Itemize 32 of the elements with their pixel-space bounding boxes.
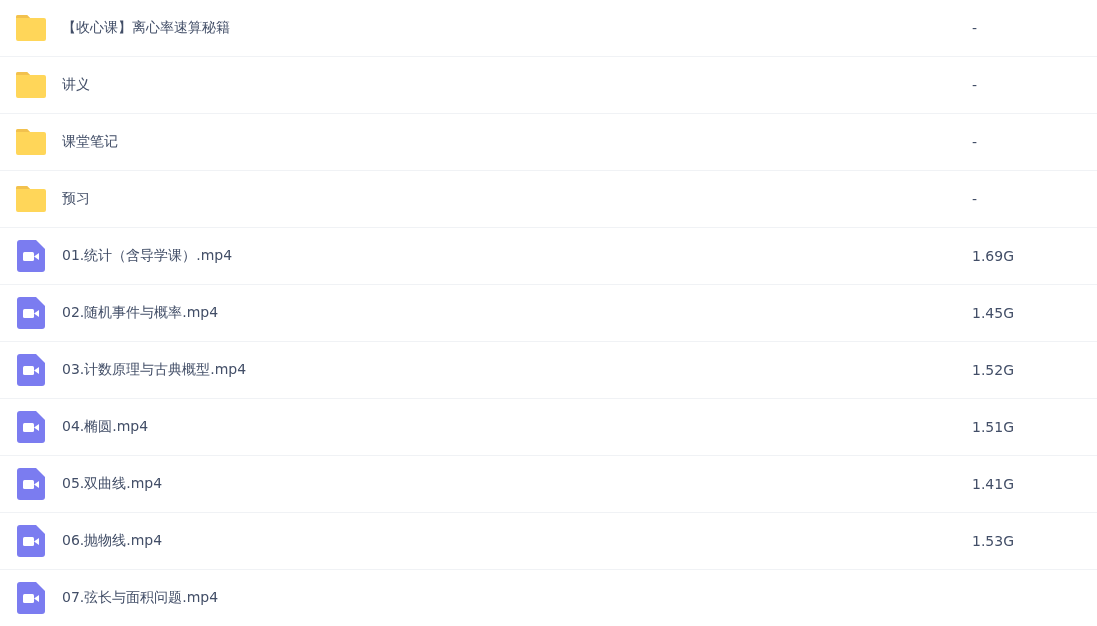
file-size: 1.45G [972,305,1015,321]
video-file-icon [17,354,45,386]
video-file-icon [17,468,45,500]
folder-icon [15,72,47,98]
video-file-icon [17,297,45,329]
file-name[interactable]: 05.双曲线.mp4 [62,475,163,493]
file-name[interactable]: 【收心课】离心率速算秘籍 [62,19,230,37]
file-name[interactable]: 01.统计（含导学课）.mp4 [62,247,233,265]
file-name[interactable]: 07.弦长与面积问题.mp4 [62,589,219,607]
folder-icon [15,129,47,155]
file-name[interactable]: 预习 [62,190,90,208]
file-size: 1.52G [972,362,1015,378]
file-size: 1.53G [972,533,1015,549]
file-name[interactable]: 课堂笔记 [62,133,118,151]
file-size: 1.69G [972,248,1015,264]
video-file-icon [17,525,45,557]
folder-icon [15,15,47,41]
file-size: - [972,77,978,93]
file-name[interactable]: 讲义 [62,76,90,94]
video-file-icon [17,240,45,272]
file-size: 1.51G [972,419,1015,435]
file-size: - [972,134,978,150]
file-name[interactable]: 06.抛物线.mp4 [62,532,163,550]
file-name[interactable]: 04.椭圆.mp4 [62,418,149,436]
file-name[interactable]: 02.随机事件与概率.mp4 [62,304,219,322]
file-size: - [972,20,978,36]
file-size: 1.41G [972,476,1015,492]
file-size: - [972,191,978,207]
folder-icon [15,186,47,212]
file-name[interactable]: 03.计数原理与古典概型.mp4 [62,361,247,379]
video-file-icon [17,582,45,614]
video-file-icon [17,411,45,443]
